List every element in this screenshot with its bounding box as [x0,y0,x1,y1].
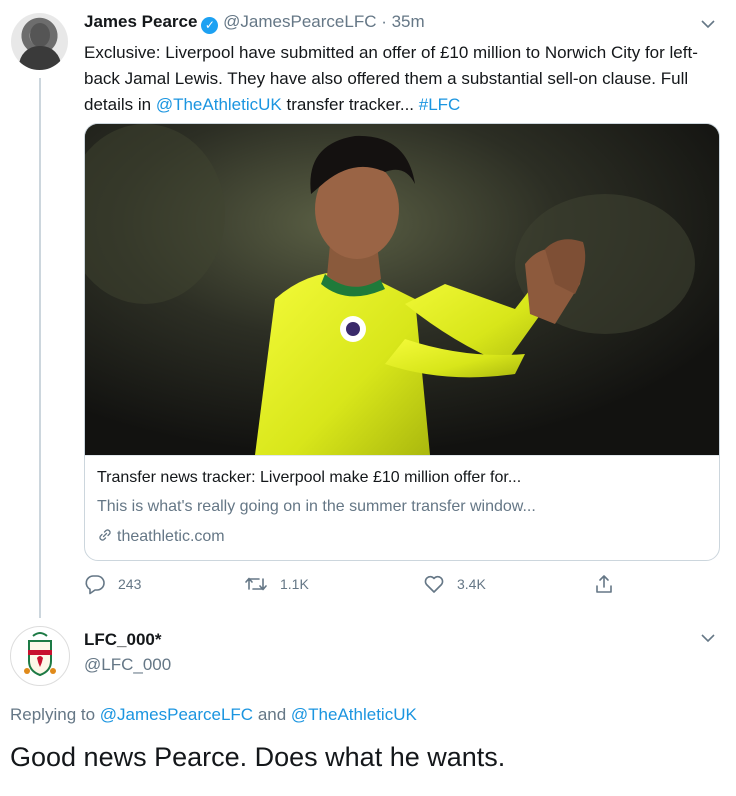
retweet-icon [245,577,267,591]
lfc-crest-icon [12,628,68,684]
card-meta[interactable]: Transfer news tracker: Liverpool make £1… [85,455,719,560]
like-icon [424,575,444,593]
reply-text: Good news Pearce. Does what he wants. [10,742,506,772]
reply-menu-button[interactable] [700,630,716,651]
player-photo [85,124,719,455]
tweet-actions: 243 1.1K 3.4K [84,573,714,601]
link-icon [99,529,111,541]
like-count: 3.4K [457,576,486,592]
replying-to: Replying to @JamesPearceLFC and @TheAthl… [10,705,417,725]
card-title[interactable]: Transfer news tracker: Liverpool make £1… [97,469,521,487]
card-domain-text: theathletic.com [117,528,225,545]
replying-to-link-2[interactable]: @TheAthleticUK [291,705,417,724]
reply-author-name[interactable]: LFC_000* [84,630,161,649]
tweet-menu-button[interactable] [700,16,716,32]
card-image[interactable] [85,124,719,455]
tweet-text: Exclusive: Liverpool have submitted an o… [84,40,714,118]
like-button[interactable]: 3.4K [423,573,486,595]
retweet-count: 1.1K [280,576,309,592]
replying-to-link-1[interactable]: @JamesPearceLFC [100,705,253,724]
tweet-header: James Pearce ✓ @JamesPearceLFC · 35m [84,12,425,34]
chevron-down-icon [701,20,715,29]
link-card[interactable]: Transfer news tracker: Liverpool make £1… [84,123,720,561]
reply-header: LFC_000* [84,630,161,650]
thread-line [39,78,41,618]
mention-link[interactable]: @TheAthleticUK [156,95,282,114]
reply-button[interactable]: 243 [84,573,141,595]
reply-author-handle[interactable]: @LFC_000 [84,655,171,675]
share-icon [596,575,612,593]
card-description: This is what's really going on in the su… [97,498,536,515]
reply-icon [85,575,105,595]
share-button[interactable] [593,573,627,595]
chevron-down-icon [701,634,715,643]
retweet-button[interactable]: 1.1K [244,573,309,595]
author-handle[interactable]: @JamesPearceLFC [223,12,376,31]
reply-author-avatar[interactable] [10,626,70,686]
tweet-text-tail: transfer tracker... [281,95,419,114]
hashtag-link[interactable]: #LFC [419,95,461,114]
verified-badge-icon: ✓ [201,17,219,34]
author-name[interactable]: James Pearce [84,12,197,31]
reply-count: 243 [118,576,142,592]
author-avatar[interactable] [11,13,68,70]
tweet-time[interactable]: 35m [392,12,425,31]
card-domain: theathletic.com [97,527,225,546]
header-separator: · [376,12,392,31]
replying-and: and [253,705,291,724]
replying-prefix: Replying to [10,705,100,724]
